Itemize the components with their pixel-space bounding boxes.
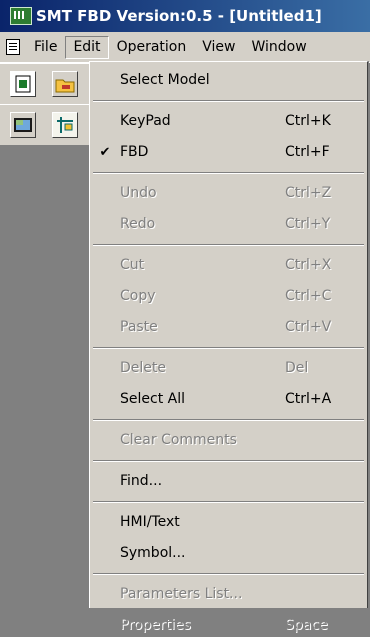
menu-item-shortcut: Ctrl+F xyxy=(285,144,330,160)
menu-separator xyxy=(93,347,364,349)
menu-separator xyxy=(93,460,364,462)
menu-item-symbol[interactable]: Symbol... xyxy=(90,541,367,565)
menu-item-paste: Paste Ctrl+V xyxy=(90,315,367,339)
menu-item-select-all[interactable]: Select All Ctrl+A xyxy=(90,387,367,411)
menu-view[interactable]: View xyxy=(194,36,243,59)
menu-separator xyxy=(93,573,364,575)
menu-item-label: Select All xyxy=(120,391,185,407)
menu-item-hmi-text[interactable]: HMI/Text xyxy=(90,510,367,534)
menu-operation[interactable]: Operation xyxy=(109,36,195,59)
new-icon[interactable] xyxy=(10,71,36,97)
menu-item-label: FBD xyxy=(120,144,149,160)
open-icon[interactable] xyxy=(52,71,78,97)
menu-item-label: Cut xyxy=(120,257,145,273)
menu-item-cut: Cut Ctrl+X xyxy=(90,253,367,277)
menu-item-shortcut: Ctrl+V xyxy=(285,319,332,335)
menu-window[interactable]: Window xyxy=(243,36,314,59)
toolbar-1 xyxy=(0,63,92,105)
menu-item-shortcut: Space xyxy=(285,617,328,633)
menu-edit[interactable]: Edit xyxy=(65,35,109,59)
menu-item-label: HMI/Text xyxy=(120,514,180,530)
menu-bar: File Edit Operation View Window xyxy=(0,32,370,63)
menu-item-shortcut: Ctrl+K xyxy=(285,113,331,129)
menu-item-delete: Delete Del xyxy=(90,356,367,380)
menu-item-shortcut: Ctrl+C xyxy=(285,288,332,304)
check-icon: ✔ xyxy=(99,144,111,160)
fbd-icon[interactable] xyxy=(52,112,78,138)
menu-item-keypad[interactable]: KeyPad Ctrl+K xyxy=(90,109,367,133)
menu-item-label: Paste xyxy=(120,319,158,335)
menu-separator xyxy=(93,419,364,421)
menu-item-fbd[interactable]: ✔ FBD Ctrl+F xyxy=(90,140,367,164)
menu-item-label: Delete xyxy=(120,360,166,376)
edit-menu-dropdown: Select Model KeyPad Ctrl+K ✔ FBD Ctrl+F Undo Ct… xyxy=(89,61,368,633)
view-icon[interactable] xyxy=(10,112,36,138)
title-bar: SMT FBD Version:0.5 - [Untitled1] xyxy=(0,0,370,32)
menu-item-select-model[interactable]: Select Model xyxy=(90,68,367,92)
menu-item-label: Find... xyxy=(120,473,163,489)
menu-item-undo: Undo Ctrl+Z xyxy=(90,181,367,205)
toolbar-2 xyxy=(0,104,92,146)
menu-item-properties: Properties Space xyxy=(90,613,367,637)
menu-item-redo: Redo Ctrl+Y xyxy=(90,212,367,236)
menu-item-label: Symbol... xyxy=(120,545,186,561)
menu-item-shortcut: Ctrl+A xyxy=(285,391,332,407)
menu-separator xyxy=(93,244,364,246)
menu-item-label: Parameters List... xyxy=(120,586,243,602)
menu-item-clear-comments: Clear Comments xyxy=(90,428,367,452)
menu-item-shortcut: Ctrl+Z xyxy=(285,185,332,201)
menu-item-label: Undo xyxy=(120,185,157,201)
menu-item-label: Properties xyxy=(120,617,191,633)
menu-item-find[interactable]: Find... xyxy=(90,469,367,493)
app-icon xyxy=(10,7,32,25)
menu-item-label: Redo xyxy=(120,216,156,232)
menu-item-label: Select Model xyxy=(120,72,210,88)
menu-separator xyxy=(93,172,364,174)
menu-separator xyxy=(93,100,364,102)
menu-file[interactable]: File xyxy=(26,36,65,59)
menu-item-shortcut: Ctrl+Y xyxy=(285,216,331,232)
menu-item-label: Copy xyxy=(120,288,156,304)
menu-item-label: Clear Comments xyxy=(120,432,237,448)
menu-item-copy: Copy Ctrl+C xyxy=(90,284,367,308)
menu-item-shortcut: Ctrl+X xyxy=(285,257,332,273)
menu-item-parameters-list: Parameters List... xyxy=(90,582,367,606)
window-title: SMT FBD Version:0.5 - [Untitled1] xyxy=(36,7,322,25)
menu-separator xyxy=(93,501,364,503)
menu-item-label: KeyPad xyxy=(120,113,171,129)
menu-item-shortcut: Del xyxy=(285,360,309,376)
document-icon[interactable] xyxy=(6,39,20,55)
